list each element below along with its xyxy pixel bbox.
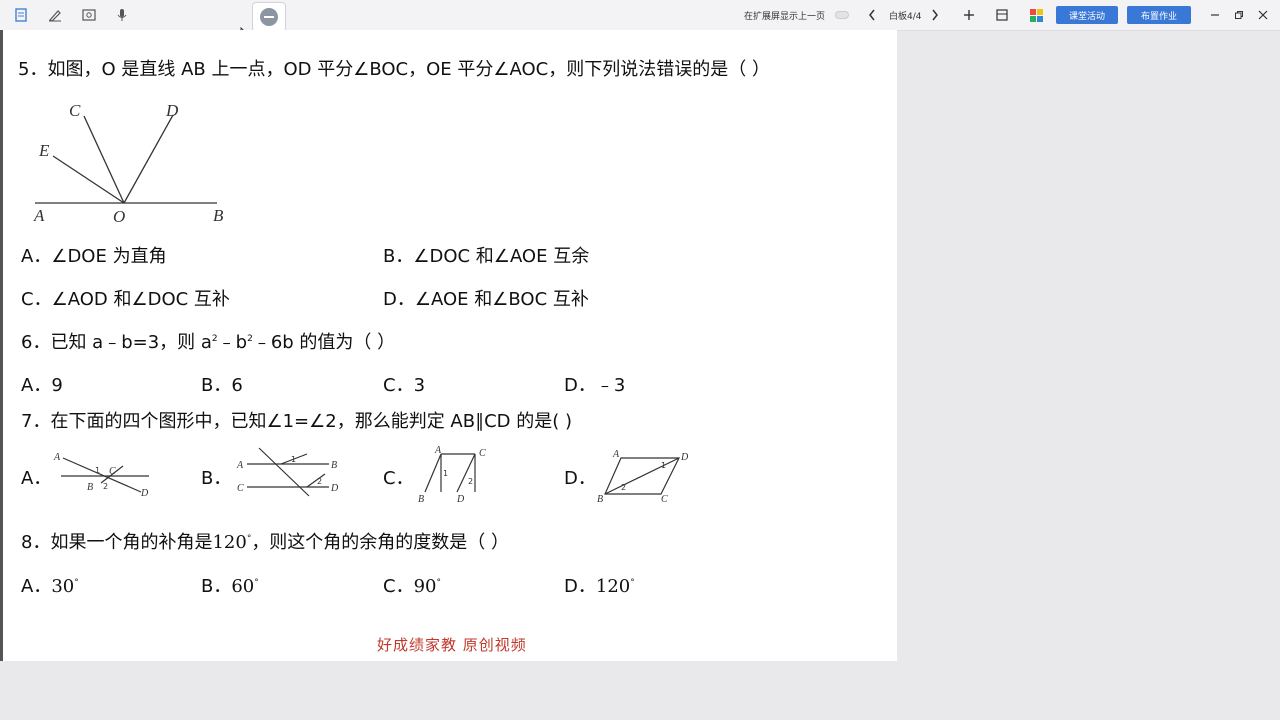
question-8-text: 8．如果一个角的补角是120°，则这个角的余角的度数是（ ） <box>21 532 510 553</box>
fig-a-angle-2: 2 <box>103 482 108 491</box>
fig-c-label-B: B <box>418 494 424 504</box>
q5-option-a: A．∠DOE 为直角 <box>21 246 167 267</box>
q5-option-b: B．∠DOC 和∠AOE 互余 <box>383 246 590 267</box>
fig-b-label-C: C <box>237 483 244 494</box>
pen-icon[interactable] <box>46 6 64 24</box>
prev-page-icon[interactable] <box>863 6 881 24</box>
whiteboard-page: 5．如图，O 是直线 AB 上一点，OD 平分∠BOC，OE 平分∠AOC，则下… <box>0 30 897 661</box>
question-5-figure: A O B C D E <box>33 101 224 226</box>
label-C: C <box>69 101 81 120</box>
fig-b-label-B: B <box>331 460 337 471</box>
capture-icon[interactable] <box>80 6 98 24</box>
page-indicator: 白板4/4 <box>889 12 922 22</box>
q7-figure-c: A B C D 1 2 <box>418 446 486 504</box>
fig-d-label-B: B <box>597 494 603 504</box>
fig-c-angle-2: 2 <box>468 477 473 486</box>
q7-figure-b: A B C D 1 2 <box>236 447 339 497</box>
fig-a-label-D: D <box>140 488 149 498</box>
q7-figure-a: A B C D 1 2 <box>53 452 149 498</box>
fig-a-label-A: A <box>53 452 61 463</box>
q5-option-c: C．∠AOD 和∠DOC 互补 <box>21 289 230 310</box>
question-5-text: 5．如图，O 是直线 AB 上一点，OD 平分∠BOC，OE 平分∠AOC，则下… <box>18 59 770 80</box>
layout-icon[interactable] <box>993 6 1011 24</box>
fig-b-label-A: A <box>236 460 244 471</box>
q7-option-a: A． <box>21 468 52 489</box>
minus-icon <box>260 8 278 26</box>
apps-icon[interactable] <box>1027 6 1045 24</box>
fig-a-label-C: C <box>109 466 116 477</box>
q8-option-d: D．120° <box>564 576 635 597</box>
add-page-icon[interactable] <box>960 6 978 24</box>
fig-b-angle-1: 1 <box>291 455 296 464</box>
q6-option-a: A．9 <box>21 375 63 396</box>
fig-d-label-C: C <box>661 494 668 504</box>
q8-option-a: A．30° <box>21 576 79 597</box>
label-B: B <box>213 206 224 225</box>
label-E: E <box>38 141 50 160</box>
fig-c-label-C: C <box>479 448 486 459</box>
fig-c-label-D: D <box>456 494 465 504</box>
window-close-icon[interactable] <box>1254 6 1272 24</box>
page-icon[interactable] <box>12 6 30 24</box>
label-A: A <box>33 206 45 225</box>
q7-option-b: B． <box>201 468 232 489</box>
question-6-text: 6．已知 a﹣b=3，则 a2﹣b2﹣6b 的值为（ ） <box>21 332 396 353</box>
window-restore-icon[interactable] <box>1230 6 1248 24</box>
fig-d-angle-1: 1 <box>661 461 666 470</box>
fig-b-label-D: D <box>330 483 339 494</box>
fig-d-label-A: A <box>612 449 620 460</box>
next-page-icon[interactable] <box>926 6 944 24</box>
q6-option-b: B．6 <box>201 375 243 396</box>
q8-option-b: B．60° <box>201 576 259 597</box>
q7-option-c: C． <box>383 468 414 489</box>
q5-option-d: D．∠AOE 和∠BOC 互补 <box>383 289 589 310</box>
label-O: O <box>113 207 125 226</box>
extended-screen-hint[interactable]: 在扩展屏显示上一页 <box>744 9 825 22</box>
minimize-button[interactable] <box>252 2 286 32</box>
label-D: D <box>165 101 179 120</box>
top-toolbar: 在扩展屏显示上一页 白板4/4 课堂活动 布置作业 <box>0 0 1280 32</box>
fig-c-label-A: A <box>434 446 442 456</box>
fig-a-angle-1: 1 <box>95 466 100 475</box>
fig-d-label-D: D <box>680 452 689 463</box>
question-7-text: 7．在下面的四个图形中，已知∠1=∠2，那么能判定 AB∥CD 的是( ) <box>21 411 573 432</box>
assign-homework-button[interactable]: 布置作业 <box>1127 6 1191 24</box>
q7-option-d: D． <box>564 468 596 489</box>
fig-c-angle-1: 1 <box>443 469 448 478</box>
watermark-footer: 好成绩家教 原创视频 <box>377 636 527 654</box>
fig-a-label-B: B <box>87 482 93 493</box>
window-minimize-icon[interactable] <box>1206 6 1224 24</box>
fig-d-angle-2: 2 <box>621 483 626 492</box>
q7-figure-d: A B C D 1 2 <box>597 449 689 504</box>
class-activity-button[interactable]: 课堂活动 <box>1056 6 1118 24</box>
q6-option-d: D．﹣3 <box>564 375 626 396</box>
toggle-icon[interactable] <box>833 6 851 24</box>
q6-option-c: C．3 <box>383 375 426 396</box>
fig-b-angle-2: 2 <box>317 477 322 486</box>
mic-icon[interactable] <box>113 6 131 24</box>
q8-option-c: C．90° <box>383 576 441 597</box>
